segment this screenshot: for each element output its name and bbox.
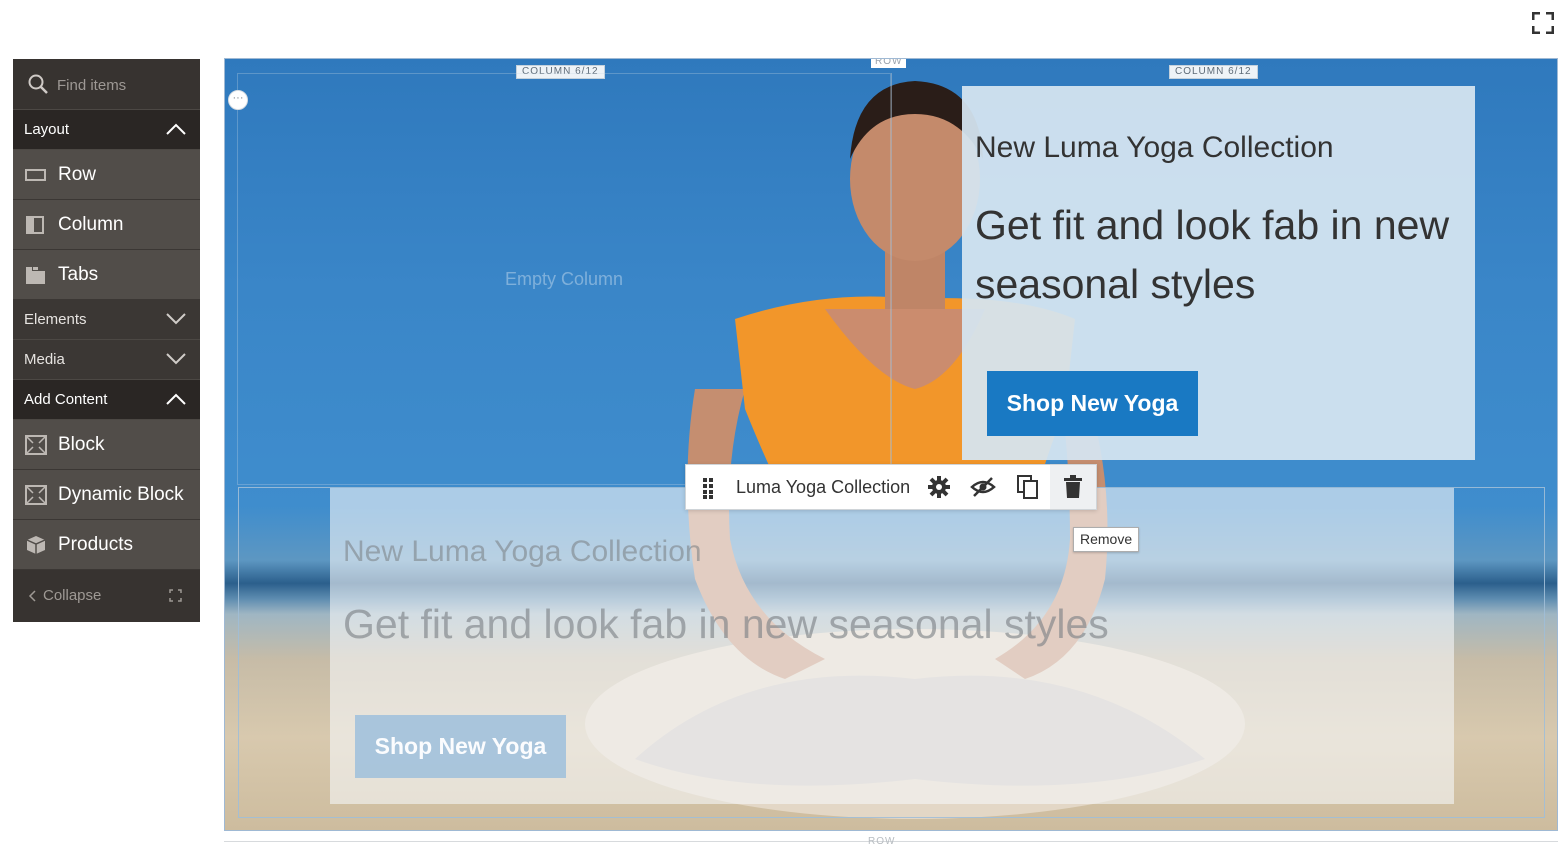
banner-bottom-title: New Luma Yoga Collection: [343, 535, 702, 568]
group-media-label: Media: [24, 351, 65, 368]
row-options-button[interactable]: ···: [228, 90, 248, 110]
search-input[interactable]: [55, 72, 194, 98]
gear-icon[interactable]: [926, 474, 952, 500]
block-icon: [25, 435, 47, 455]
fullscreen-icon[interactable]: [1532, 12, 1554, 34]
sidebar-panel: Layout Row Column Tabs Elements Media Ad…: [13, 59, 200, 622]
hide-eye-icon[interactable]: [970, 474, 996, 500]
sidebar-item-column[interactable]: Column: [13, 200, 200, 250]
empty-column-placeholder: Empty Column: [505, 269, 624, 289]
banner-top[interactable]: New Luma Yoga Collection Get fit and loo…: [962, 86, 1475, 460]
chevron-left-icon: [28, 590, 36, 602]
sidebar-item-block[interactable]: Block: [13, 420, 200, 470]
sidebar-item-label: Block: [58, 434, 105, 455]
toolbar-title: Luma Yoga Collection: [736, 477, 911, 497]
sidebar-item-label: Dynamic Block: [58, 484, 184, 505]
sidebar-search: [13, 59, 200, 110]
column-icon: [26, 216, 44, 234]
element-toolbar: Luma Yoga Collection: [685, 464, 1097, 510]
expand-icon[interactable]: [169, 589, 182, 602]
chevron-up-icon: [166, 123, 186, 135]
group-elements-label: Elements: [24, 311, 87, 328]
dynamic-block-icon: [25, 485, 47, 505]
row-label: ROW: [871, 59, 907, 68]
group-layout-label: Layout: [24, 121, 70, 138]
trash-icon: [1064, 475, 1082, 498]
remove-tooltip: Remove: [1073, 527, 1140, 552]
sidebar-item-row[interactable]: Row: [13, 150, 200, 200]
chevron-down-icon: [166, 313, 186, 325]
collapse-label: Collapse: [43, 587, 102, 604]
group-add-content-label: Add Content: [24, 391, 108, 408]
collapse-button[interactable]: Collapse: [13, 570, 200, 622]
banner-top-title: New Luma Yoga Collection: [975, 131, 1334, 164]
stage-row[interactable]: ROW COLUMN 6/12 COLUMN 6/12 ··· Empty Co…: [224, 58, 1558, 831]
products-icon: [26, 536, 46, 554]
shop-new-yoga-button-faded[interactable]: Shop New Yoga: [355, 715, 566, 778]
sidebar-item-dynamic-block[interactable]: Dynamic Block: [13, 470, 200, 520]
group-elements[interactable]: Elements: [13, 300, 200, 340]
banner-bottom-subtitle: Get fit and look fab in new seasonal sty…: [343, 601, 1109, 647]
tabs-icon: [26, 267, 45, 284]
column-divider: [891, 73, 892, 485]
remove-button[interactable]: [1050, 465, 1096, 509]
group-layout[interactable]: Layout: [13, 110, 200, 150]
drag-handle-icon[interactable]: [702, 477, 714, 499]
banner-bottom[interactable]: New Luma Yoga Collection Get fit and loo…: [330, 488, 1454, 804]
group-add-content[interactable]: Add Content: [13, 380, 200, 420]
row-label-bottom: ROW: [868, 836, 896, 847]
group-media[interactable]: Media: [13, 340, 200, 380]
sidebar-item-label: Products: [58, 534, 133, 555]
row-icon: [25, 169, 46, 181]
banner-top-subtitle: Get fit and look fab in new seasonal sty…: [975, 202, 1450, 307]
sidebar-item-label: Row: [58, 164, 97, 185]
sidebar-item-tabs[interactable]: Tabs: [13, 250, 200, 300]
chevron-up-icon: [166, 393, 186, 405]
duplicate-icon[interactable]: [1015, 474, 1041, 500]
sidebar-item-label: Tabs: [58, 264, 99, 285]
sidebar-item-products[interactable]: Products: [13, 520, 200, 570]
shop-new-yoga-button[interactable]: Shop New Yoga: [987, 371, 1198, 436]
column-label-right: COLUMN 6/12: [1169, 65, 1258, 79]
chevron-down-icon: [166, 353, 186, 365]
search-icon: [28, 74, 48, 94]
sidebar-item-label: Column: [58, 214, 124, 235]
